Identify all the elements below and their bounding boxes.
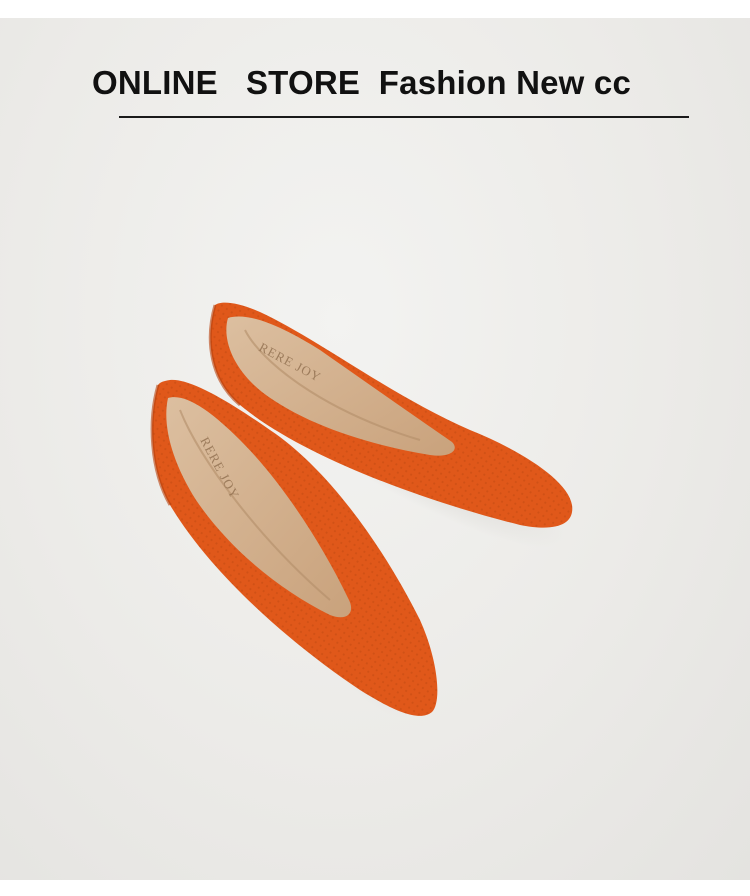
product-photo-flats: RERE JOY RERE JOY <box>150 302 573 718</box>
page-canvas: ONLINE STORE Fashion New cc RERE JOY RER… <box>0 0 750 896</box>
